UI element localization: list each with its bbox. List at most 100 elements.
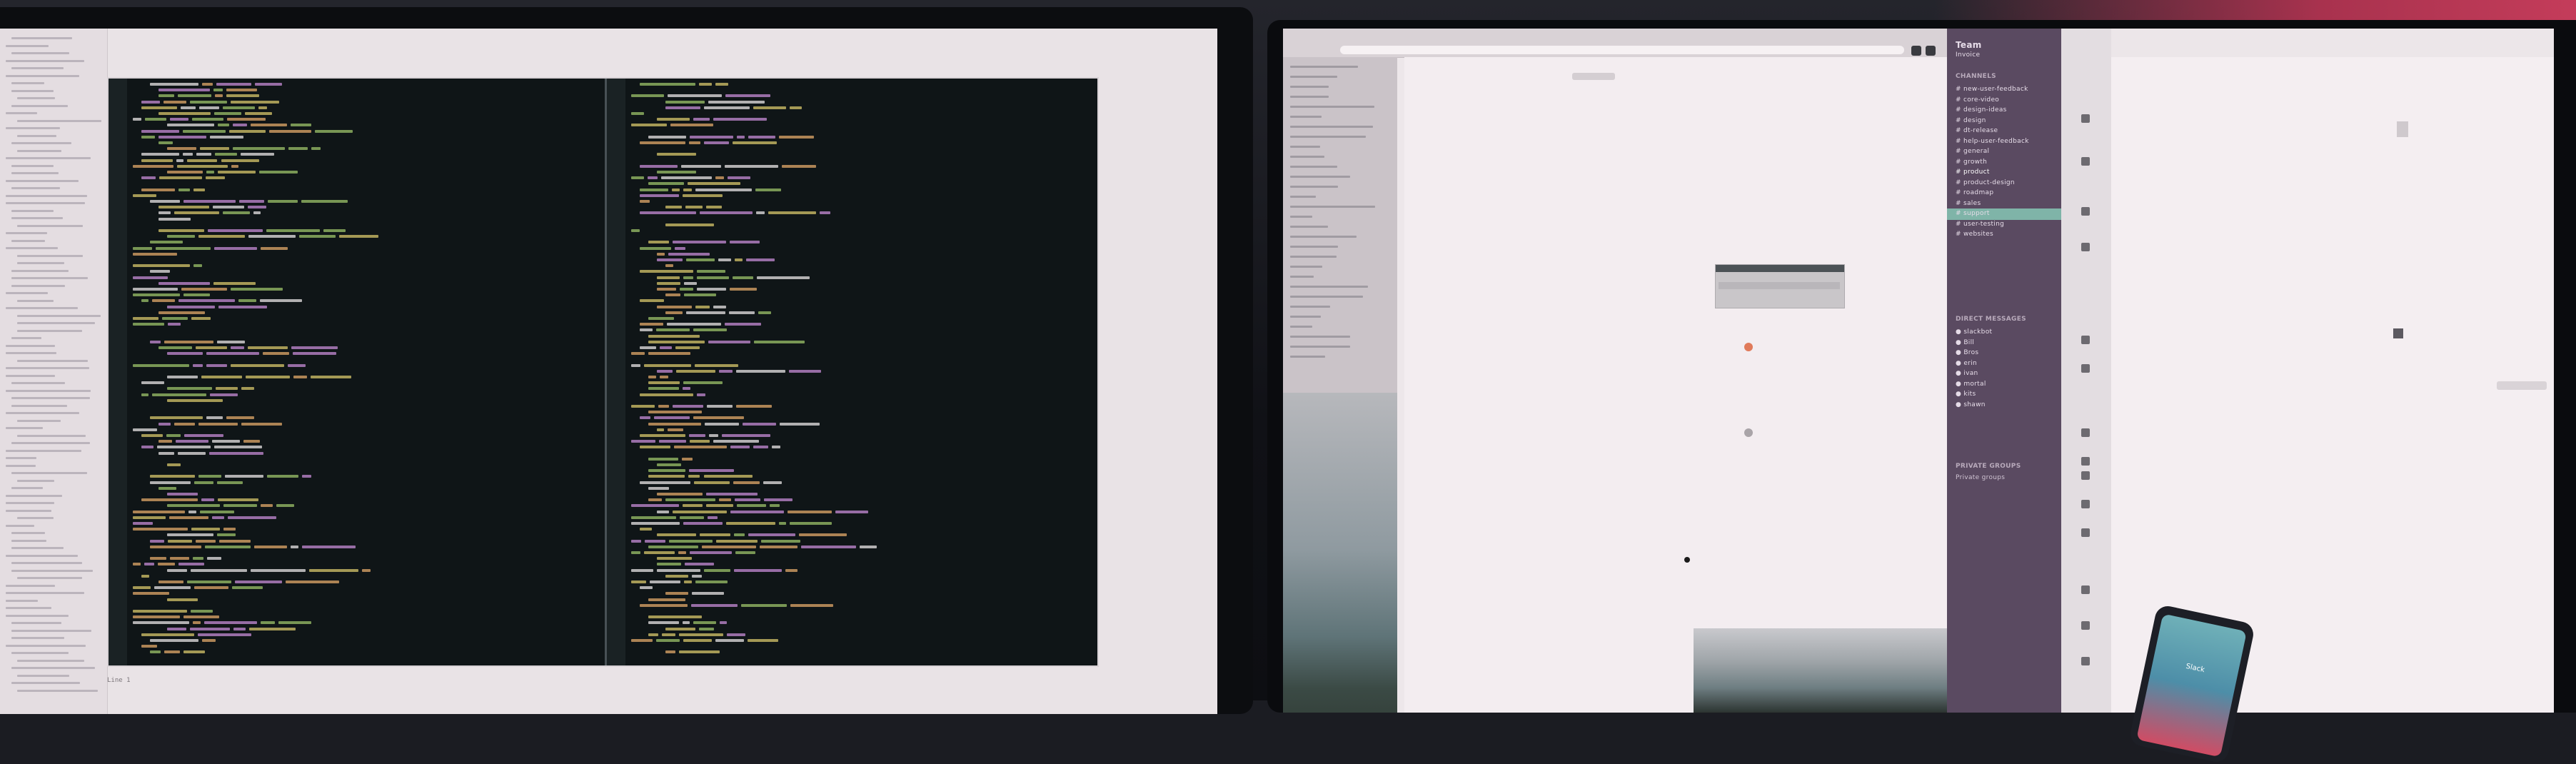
navigator-item[interactable]	[17, 149, 62, 152]
navigator-item[interactable]	[11, 629, 92, 632]
mobile-preview-card[interactable]	[1715, 264, 1845, 308]
sidebar-row[interactable]	[1290, 356, 1326, 358]
navigator-item[interactable]	[6, 449, 82, 452]
channels-header[interactable]: CHANNELS	[1956, 73, 1996, 80]
dm-item[interactable]: ● Bros	[1956, 349, 1978, 356]
navigator-item[interactable]	[11, 172, 59, 174]
sidebar-row[interactable]	[1290, 336, 1350, 338]
navigator-item[interactable]	[6, 644, 86, 647]
sidebar-row[interactable]	[1290, 186, 1339, 188]
navigator-item[interactable]	[11, 269, 69, 272]
navigator-item[interactable]	[11, 67, 64, 69]
navigator-item[interactable]	[17, 322, 95, 324]
navigator-item[interactable]	[6, 614, 69, 617]
navigator-item[interactable]	[17, 262, 64, 264]
channel-item[interactable]: # support	[1956, 210, 1990, 217]
navigator-item[interactable]	[11, 37, 72, 39]
sidebar-row[interactable]	[1290, 326, 1312, 328]
design-sidebar[interactable]	[1283, 57, 1397, 713]
sidebar-row[interactable]	[1290, 226, 1328, 228]
navigator-item[interactable]	[17, 689, 99, 692]
extension-icon[interactable]	[1911, 46, 1921, 56]
navigator-item[interactable]	[6, 412, 80, 414]
navigator-item[interactable]	[11, 337, 41, 339]
navigator-item[interactable]	[17, 299, 54, 302]
navigator-item[interactable]	[17, 314, 101, 317]
option-dot-icon[interactable]	[1744, 428, 1753, 437]
private-groups-item[interactable]: Private groups	[1956, 474, 2005, 481]
navigator-item[interactable]	[17, 419, 61, 422]
mobile-preview-button[interactable]	[1719, 282, 1840, 289]
navigator-item[interactable]	[11, 164, 54, 167]
file-icon[interactable]	[2397, 121, 2408, 137]
navigator-item[interactable]	[6, 44, 49, 47]
navigator-item[interactable]	[6, 389, 91, 392]
navigator-item[interactable]	[11, 622, 62, 624]
navigator-item[interactable]	[17, 224, 84, 227]
current-user[interactable]: Invoice	[1956, 51, 1980, 59]
navigator-item[interactable]	[11, 532, 45, 534]
sidebar-row[interactable]	[1290, 276, 1314, 278]
navigator-item[interactable]	[6, 524, 35, 527]
sidebar-row[interactable]	[1290, 296, 1363, 298]
canvas-tab-button[interactable]	[1572, 73, 1615, 80]
navigator-item[interactable]	[11, 82, 45, 84]
navigator-item[interactable]	[6, 494, 63, 497]
sidebar-row[interactable]	[1290, 86, 1329, 88]
sidebar-row[interactable]	[1290, 306, 1330, 308]
channel-item[interactable]: # design	[1956, 117, 1986, 124]
sidebar-row[interactable]	[1290, 266, 1323, 268]
dm-item[interactable]: ● mortal	[1956, 381, 1986, 388]
navigator-item[interactable]	[6, 292, 48, 294]
message-avatar-icon[interactable]	[2081, 528, 2090, 537]
sidebar-row[interactable]	[1290, 236, 1357, 238]
private-groups-header[interactable]: PRIVATE GROUPS	[1956, 463, 2021, 470]
navigator-item[interactable]	[6, 157, 91, 159]
dm-item[interactable]: ● erin	[1956, 360, 1977, 367]
channel-item[interactable]: # product	[1956, 169, 1990, 176]
team-name[interactable]: Team	[1956, 40, 1982, 50]
navigator-item[interactable]	[17, 359, 88, 362]
navigator-item[interactable]	[6, 584, 55, 587]
navigator-item[interactable]	[6, 307, 79, 309]
sidebar-row[interactable]	[1290, 156, 1325, 158]
sidebar-row[interactable]	[1290, 316, 1321, 318]
navigator-item[interactable]	[17, 119, 101, 122]
sidebar-row[interactable]	[1290, 256, 1337, 258]
channel-item[interactable]: # core-video	[1956, 96, 1999, 104]
navigator-item[interactable]	[17, 659, 85, 662]
message-avatar-icon[interactable]	[2081, 471, 2090, 480]
message-avatar-icon[interactable]	[2081, 243, 2090, 251]
navigator-item[interactable]	[6, 427, 44, 429]
navigator-item[interactable]	[17, 517, 54, 519]
navigator-item[interactable]	[6, 74, 79, 77]
navigator-item[interactable]	[17, 97, 55, 99]
message-avatar-icon[interactable]	[2081, 157, 2090, 166]
navigator-item[interactable]	[6, 344, 55, 347]
project-navigator[interactable]	[0, 29, 108, 714]
navigator-item[interactable]	[11, 472, 88, 474]
message-avatar-icon[interactable]	[2081, 428, 2090, 437]
navigator-item[interactable]	[11, 52, 69, 54]
avatar[interactable]	[2393, 328, 2403, 338]
navigator-item[interactable]	[6, 464, 36, 467]
navigator-item[interactable]	[11, 667, 96, 669]
sidebar-row[interactable]	[1290, 216, 1312, 218]
navigator-item[interactable]	[6, 374, 55, 377]
sidebar-row[interactable]	[1290, 246, 1338, 248]
sidebar-row[interactable]	[1290, 96, 1329, 98]
navigator-item[interactable]	[17, 134, 57, 137]
navigator-item[interactable]	[11, 277, 89, 279]
navigator-item[interactable]	[6, 592, 85, 594]
sidebar-row[interactable]	[1290, 126, 1374, 128]
channel-item[interactable]: # general	[1956, 148, 1989, 155]
sidebar-row[interactable]	[1290, 136, 1367, 138]
sidebar-row[interactable]	[1290, 66, 1358, 68]
navigator-item[interactable]	[17, 254, 83, 257]
dm-item[interactable]: ● shawn	[1956, 401, 1986, 408]
navigator-item[interactable]	[17, 434, 86, 437]
navigator-item[interactable]	[6, 554, 78, 557]
navigator-item[interactable]	[11, 382, 66, 384]
navigator-item[interactable]	[6, 247, 58, 249]
sidebar-row[interactable]	[1290, 206, 1375, 208]
